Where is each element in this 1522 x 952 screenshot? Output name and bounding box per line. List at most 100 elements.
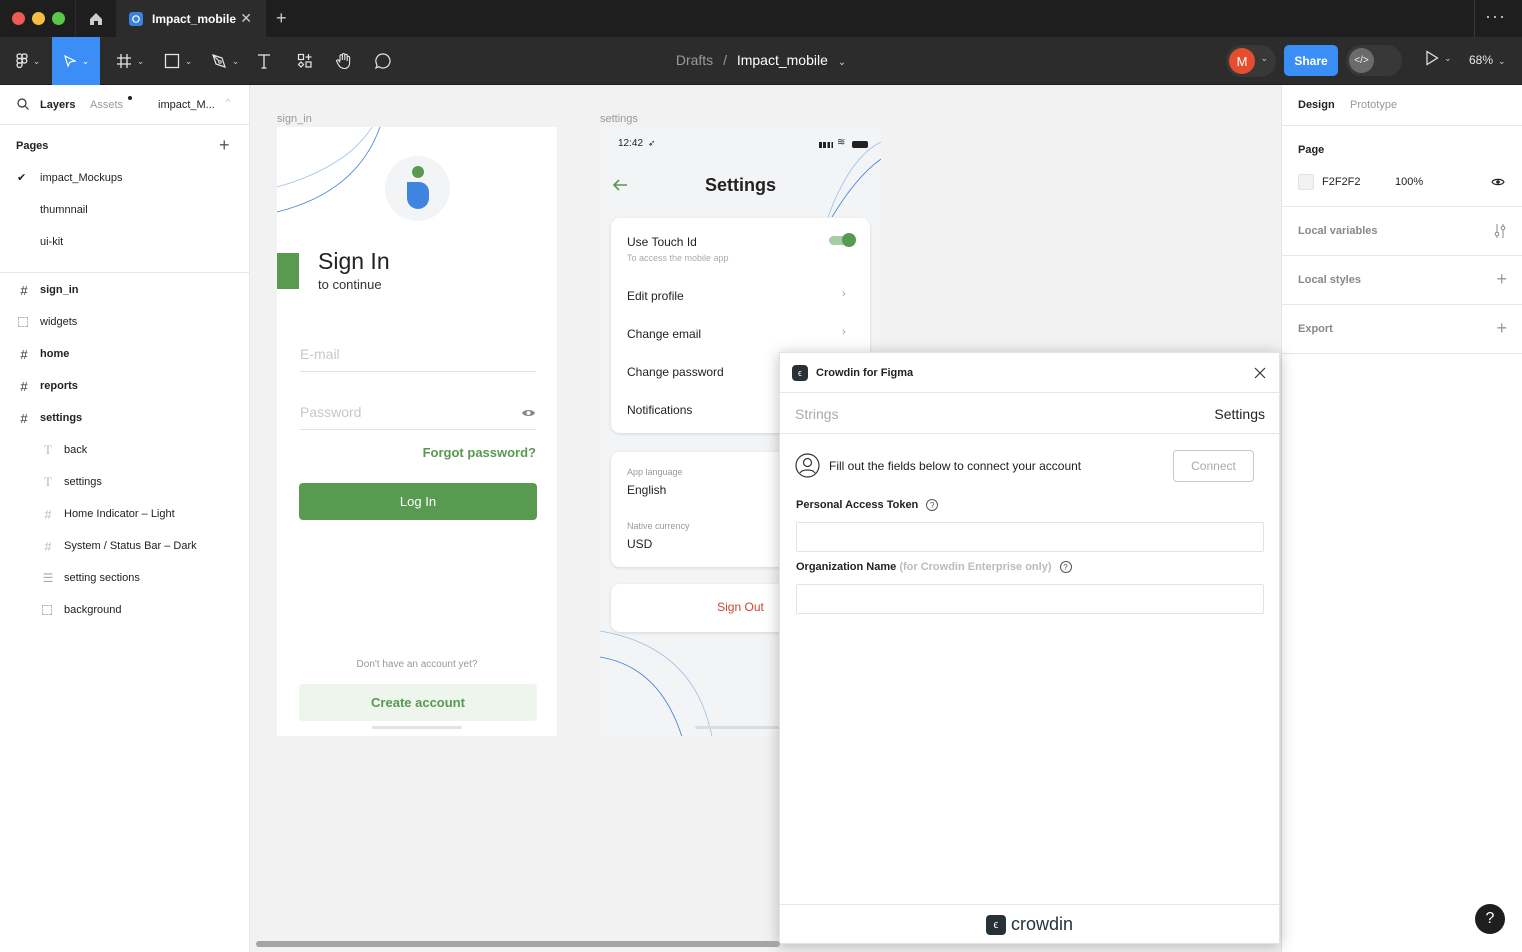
tab-strings[interactable]: Strings (795, 406, 839, 422)
chevron-down-icon[interactable]: ⌄ (838, 57, 846, 68)
layer-row[interactable]: ☰ setting sections (0, 562, 249, 594)
layer-name: setting sections (64, 572, 140, 584)
chevron-right-icon: › (842, 326, 846, 338)
add-style-icon[interactable]: + (1496, 269, 1507, 290)
page-color-hex[interactable]: F2F2F2 (1322, 176, 1361, 188)
help-circle-icon[interactable]: ? (926, 499, 939, 512)
forgot-password-link[interactable]: Forgot password? (423, 445, 536, 460)
eye-icon[interactable] (521, 408, 536, 418)
plugin-title: Crowdin for Figma (816, 367, 914, 379)
tab-prototype[interactable]: Prototype (1350, 99, 1397, 111)
settings-item[interactable]: Notifications (627, 403, 692, 417)
layer-row[interactable]: # settings (0, 402, 249, 434)
new-tab-button[interactable]: + (276, 8, 287, 29)
wifi-icon: ≋ (837, 137, 846, 148)
battery-icon (852, 141, 868, 148)
close-window-button[interactable] (12, 12, 25, 25)
connect-message: Fill out the fields below to connect you… (829, 459, 1082, 473)
home-button[interactable] (75, 0, 116, 37)
figma-file-icon (129, 11, 143, 26)
connect-button[interactable]: Connect (1173, 450, 1254, 482)
help-circle-icon[interactable]: ? (1059, 561, 1072, 574)
app-language-value[interactable]: English (627, 483, 666, 497)
dev-mode-toggle[interactable]: </> (1346, 45, 1402, 76)
email-field[interactable]: E-mail (300, 346, 340, 362)
zoom-level-dropdown[interactable]: 68% ⌄ (1469, 53, 1506, 67)
settings-item[interactable]: Edit profile (627, 289, 684, 303)
tab-design[interactable]: Design (1298, 99, 1335, 111)
minimize-window-button[interactable] (32, 12, 45, 25)
search-icon[interactable] (17, 98, 29, 110)
plugin-header: ϵ Crowdin for Figma (780, 353, 1279, 393)
maximize-window-button[interactable] (52, 12, 65, 25)
layer-row[interactable]: Tsettings (0, 466, 249, 498)
org-hint: (for Crowdin Enterprise only) (899, 561, 1052, 573)
settings-item[interactable]: Change password (627, 365, 724, 379)
tab-settings[interactable]: Settings (1214, 406, 1265, 422)
page-switcher[interactable]: impact_M... (158, 99, 215, 111)
sign-in-frame[interactable]: Sign In to continue E-mail Password Forg… (277, 127, 557, 736)
file-tab[interactable]: Impact_mobile ✕ (116, 0, 266, 37)
breadcrumb-drafts[interactable]: Drafts (676, 52, 713, 68)
pages-heading: Pages (16, 140, 49, 152)
settings-item[interactable]: Change email (627, 327, 701, 341)
home-indicator (372, 726, 462, 729)
log-in-button[interactable]: Log In (299, 483, 537, 520)
settings-title: Settings (704, 175, 776, 195)
frame-icon: # (20, 378, 28, 394)
frame-label-sign-in[interactable]: sign_in (277, 113, 312, 125)
touch-id-toggle[interactable] (829, 233, 856, 247)
signal-icon (819, 142, 833, 148)
crowdin-wordmark: crowdin (1010, 914, 1074, 934)
page-item[interactable]: impact_Mockups (40, 172, 123, 184)
help-button[interactable]: ? (1475, 904, 1505, 934)
layer-row[interactable]: Tback (0, 434, 249, 466)
avatar[interactable]: M (1229, 48, 1255, 74)
page-item[interactable]: ui-kit (40, 236, 63, 248)
variables-icon[interactable] (1494, 223, 1506, 239)
page-color-opacity[interactable]: 100% (1395, 176, 1423, 188)
page-item[interactable]: thumnnail (40, 204, 88, 216)
organization-name-input[interactable] (796, 584, 1264, 614)
add-page-icon[interactable]: + (219, 135, 230, 156)
close-tab-icon[interactable]: ✕ (240, 10, 252, 27)
layer-row[interactable]: background (0, 594, 249, 626)
left-panel-tabs: Layers Assets impact_M... ^ (0, 85, 249, 125)
present-button[interactable]: ⌄ (1425, 50, 1452, 66)
local-styles-label: Local styles (1298, 274, 1361, 286)
horizontal-scrollbar[interactable] (256, 941, 780, 947)
layer-row[interactable]: # home (0, 338, 249, 370)
local-variables-section[interactable]: Local variables (1282, 207, 1522, 256)
tab-assets[interactable]: Assets (90, 99, 123, 111)
tab-layers[interactable]: Layers (40, 99, 75, 111)
create-account-button[interactable]: Create account (299, 684, 537, 721)
app-language-label: App language (627, 467, 683, 477)
share-button[interactable]: Share (1284, 45, 1338, 76)
layer-row[interactable]: widgets (0, 306, 249, 338)
layer-row[interactable]: # sign_in (0, 274, 249, 306)
frame-icon: # (44, 538, 52, 554)
currency-value[interactable]: USD (627, 537, 652, 551)
chevron-up-icon[interactable]: ^ (226, 97, 230, 107)
frame-label-settings[interactable]: settings (600, 113, 638, 125)
frame-icon: # (44, 506, 52, 522)
right-panel-tabs: Design Prototype (1282, 85, 1522, 126)
password-field[interactable]: Password (300, 404, 361, 420)
play-icon (1426, 50, 1439, 66)
layer-row[interactable]: # reports (0, 370, 249, 402)
page-color-swatch[interactable] (1298, 174, 1314, 190)
touch-id-title: Use Touch Id (627, 235, 697, 249)
layer-row[interactable]: # Home Indicator – Light (0, 498, 249, 530)
close-icon[interactable] (1254, 367, 1266, 379)
layer-row[interactable]: # System / Status Bar – Dark (0, 530, 249, 562)
password-underline (300, 429, 536, 430)
layer-name: reports (40, 380, 78, 392)
location-icon: ➶ (648, 138, 656, 148)
more-options-icon[interactable]: ··· (1485, 6, 1506, 27)
add-export-icon[interactable]: + (1496, 318, 1507, 339)
breadcrumb-file-name[interactable]: Impact_mobile (737, 52, 828, 68)
section-icon (42, 605, 52, 615)
personal-access-token-input[interactable] (796, 522, 1264, 552)
decorative-arcs (277, 127, 381, 213)
eye-icon[interactable] (1491, 177, 1505, 187)
